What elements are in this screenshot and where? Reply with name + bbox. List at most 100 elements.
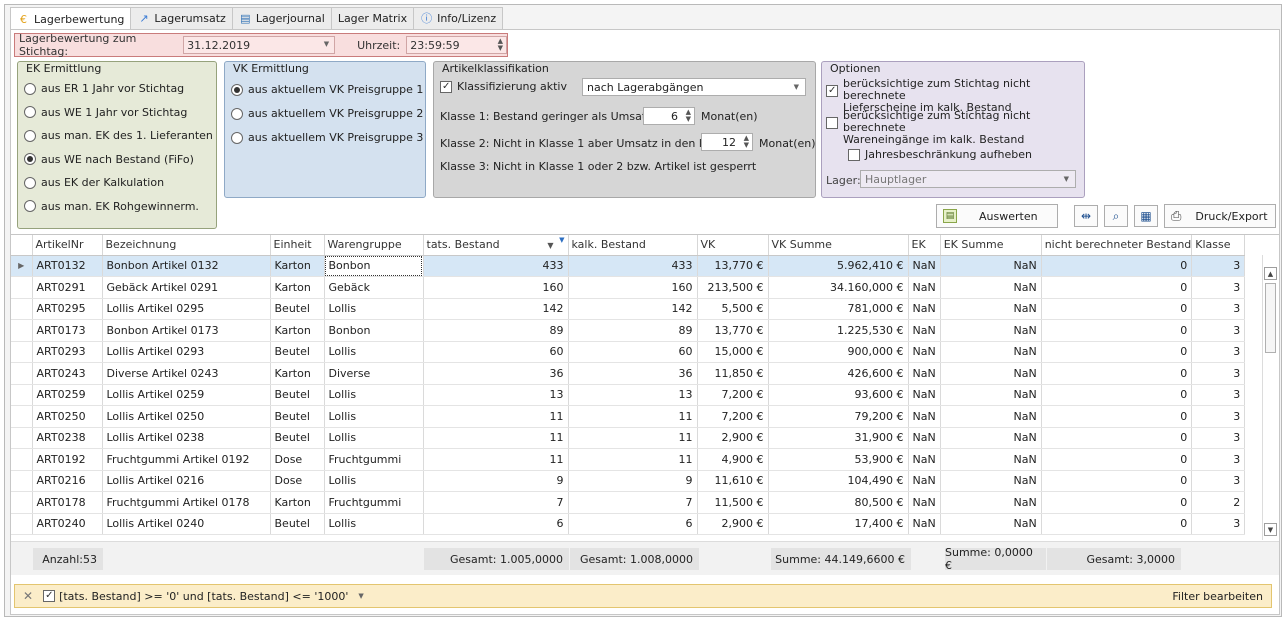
table-cell[interactable]: Lollis (324, 341, 424, 363)
table-cell[interactable]: Bonbon Artikel 0173 (102, 319, 271, 342)
table-cell[interactable]: ART0216 (32, 470, 103, 492)
column-chooser-button[interactable]: ▦ (1134, 205, 1158, 227)
auswerten-button[interactable]: ▤ Auswerten (936, 204, 1058, 228)
ek-option-3[interactable]: aus man. EK des 1. Lieferanten (24, 129, 213, 142)
vk-option-1[interactable]: aus aktuellem VK Preisgruppe 1 (231, 83, 423, 96)
table-cell[interactable]: NaN (908, 513, 941, 535)
table-cell[interactable]: 142 (423, 298, 569, 320)
table-cell[interactable]: 3 (1191, 341, 1246, 363)
table-cell[interactable]: Lollis (324, 405, 424, 428)
table-cell[interactable]: 7 (423, 491, 569, 514)
table-cell[interactable]: Beutel (270, 405, 325, 428)
table-cell[interactable]: ART0238 (32, 427, 103, 449)
table-row[interactable]: ART0293 Lollis Artikel 0293 Beutel Lollis 60… (11, 341, 1246, 363)
table-cell[interactable]: 11 (423, 427, 569, 449)
table-cell[interactable]: Lollis (324, 298, 424, 320)
table-cell[interactable]: 3 (1191, 513, 1246, 535)
table-cell[interactable]: ART0259 (32, 384, 103, 406)
table-cell[interactable]: Fruchtgummi Artikel 0178 (102, 491, 271, 514)
table-cell[interactable]: 9 (568, 470, 698, 492)
table-cell[interactable]: 31,900 € (768, 427, 909, 449)
table-cell[interactable]: Diverse (324, 362, 424, 385)
table-cell[interactable]: 6 (423, 513, 569, 535)
table-cell[interactable]: Dose (270, 448, 325, 471)
table-row[interactable]: ART0238 Lollis Artikel 0238 Beutel Lollis 11… (11, 427, 1246, 449)
table-cell[interactable]: 104,490 € (768, 470, 909, 492)
table-cell[interactable]: 4,900 € (697, 448, 769, 471)
table-cell[interactable]: NaN (908, 427, 941, 449)
table-cell[interactable]: 426,600 € (768, 362, 909, 385)
table-cell[interactable]: 0 (1041, 319, 1193, 342)
column-header[interactable]: Bezeichnung (102, 235, 271, 256)
table-cell[interactable]: ART0173 (32, 319, 103, 342)
table-cell[interactable]: NaN (908, 405, 941, 428)
ek-option-4[interactable]: aus WE nach Bestand (FiFo) (24, 153, 194, 166)
table-cell[interactable]: 0 (1041, 491, 1193, 514)
table-cell[interactable]: NaN (940, 384, 1042, 406)
table-row[interactable]: ART0192 Fruchtgummi Artikel 0192 Dose Fruch… (11, 448, 1246, 471)
table-cell[interactable]: 60 (423, 341, 569, 363)
table-cell[interactable]: 11 (568, 448, 698, 471)
filter-edit-link[interactable]: Filter bearbeiten (1172, 590, 1263, 603)
table-cell[interactable]: 3 (1191, 298, 1246, 320)
column-header[interactable]: Einheit (270, 235, 325, 256)
table-cell[interactable]: Karton (270, 276, 325, 299)
table-cell[interactable]: 80,500 € (768, 491, 909, 514)
table-cell[interactable]: NaN (908, 341, 941, 363)
table-cell[interactable]: NaN (940, 362, 1042, 385)
table-cell[interactable]: 0 (1041, 341, 1193, 363)
table-cell[interactable]: NaN (940, 341, 1042, 363)
column-fit-button[interactable]: ⇹ (1074, 205, 1098, 227)
table-row[interactable]: ▶ ART0132 Bonbon Artikel 0132 Karton Bonbon 4… (11, 255, 1246, 277)
table-cell[interactable]: 15,000 € (697, 341, 769, 363)
table-cell[interactable]: NaN (940, 448, 1042, 471)
table-cell[interactable]: Lollis Artikel 0216 (102, 470, 271, 492)
filter-icon[interactable]: ▼ (559, 236, 564, 244)
stichtag-date-dropdown[interactable]: 31.12.2019 ▼ (183, 36, 336, 54)
table-cell[interactable]: Karton (270, 362, 325, 385)
table-cell[interactable]: NaN (940, 470, 1042, 492)
table-cell[interactable]: 11 (423, 448, 569, 471)
table-row[interactable]: ART0240 Lollis Artikel 0240 Beutel Lollis 6 6… (11, 513, 1246, 535)
table-cell[interactable]: Beutel (270, 427, 325, 449)
table-cell[interactable]: Lollis Artikel 0238 (102, 427, 271, 449)
table-cell[interactable]: 0 (1041, 427, 1193, 449)
column-header[interactable]: tats. Bestand ▼ ▼ (423, 235, 569, 256)
table-cell[interactable]: NaN (940, 276, 1042, 299)
table-cell[interactable]: 93,600 € (768, 384, 909, 406)
scroll-down-icon[interactable]: ▼ (1264, 523, 1277, 536)
table-row[interactable]: ART0173 Bonbon Artikel 0173 Karton Bonbon 89… (11, 319, 1246, 342)
table-cell[interactable]: 0 (1041, 298, 1193, 320)
table-cell[interactable]: 0 (1041, 276, 1193, 299)
table-cell[interactable]: Lollis (324, 384, 424, 406)
spinner-icon[interactable]: ▲ ▼ (744, 135, 749, 149)
table-cell[interactable]: Dose (270, 470, 325, 492)
table-cell[interactable]: 11 (568, 427, 698, 449)
ek-option-5[interactable]: aus EK der Kalkulation (24, 176, 164, 189)
table-cell[interactable]: Lollis (324, 427, 424, 449)
table-cell[interactable]: 11,850 € (697, 362, 769, 385)
table-cell[interactable]: Gebäck Artikel 0291 (102, 276, 271, 299)
table-cell[interactable]: Bonbon Artikel 0132 (102, 255, 271, 277)
tab-lagerumsatz[interactable]: ↗ Lagerumsatz (130, 7, 233, 29)
table-cell[interactable]: 6 (568, 513, 698, 535)
column-header[interactable]: VK Summe (768, 235, 909, 256)
table-cell[interactable]: ART0240 (32, 513, 103, 535)
table-row[interactable]: ART0243 Diverse Artikel 0243 Karton Diverse… (11, 362, 1246, 385)
table-cell[interactable]: 11,610 € (697, 470, 769, 492)
table-cell[interactable]: 60 (568, 341, 698, 363)
table-cell[interactable]: 433 (423, 255, 569, 277)
table-cell[interactable]: ART0192 (32, 448, 103, 471)
table-cell[interactable]: Diverse Artikel 0243 (102, 362, 271, 385)
table-cell[interactable]: NaN (908, 491, 941, 514)
tab-lagerbewertung[interactable]: € Lagerbewertung (10, 7, 132, 30)
column-header[interactable]: VK (697, 235, 769, 256)
vertical-scrollbar[interactable]: ▲ ▼ (1262, 255, 1278, 540)
table-cell[interactable]: 433 (568, 255, 698, 277)
table-cell[interactable]: 0 (1041, 405, 1193, 428)
table-cell[interactable]: 0 (1041, 255, 1193, 277)
table-cell[interactable]: Lollis (324, 470, 424, 492)
table-cell[interactable]: 5,500 € (697, 298, 769, 320)
ek-option-2[interactable]: aus WE 1 Jahr vor Stichtag (24, 106, 187, 119)
column-header[interactable]: ArtikelNr (32, 235, 103, 256)
